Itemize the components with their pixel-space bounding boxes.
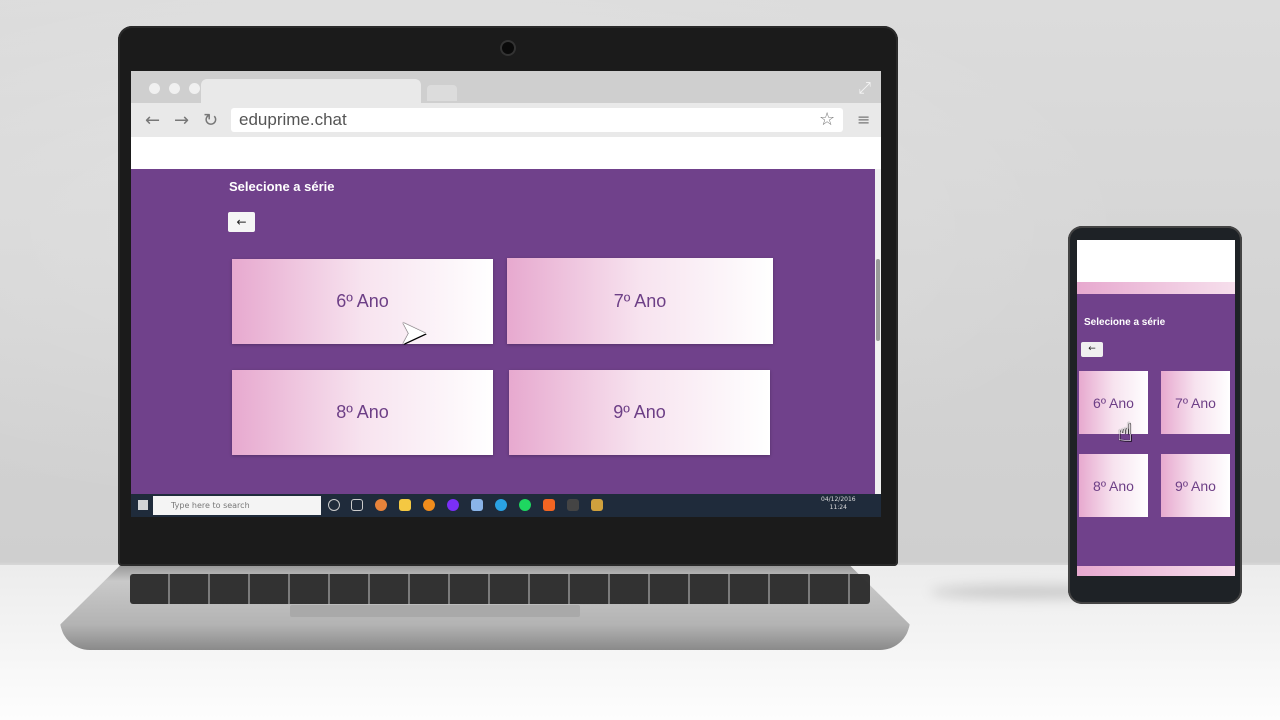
clock-time: 11:24 [829, 504, 847, 511]
clock-date: 04/12/2016 [821, 496, 856, 503]
reload-icon[interactable]: ↻ [203, 110, 218, 131]
telegram-icon[interactable] [495, 499, 507, 511]
app-icon[interactable] [567, 499, 579, 511]
back-arrow-icon[interactable]: ← [145, 110, 160, 131]
browser-tab-active[interactable] [201, 79, 421, 103]
browser-menu-icon[interactable]: ≡ [857, 110, 870, 129]
page-content: Selecione a série ← 6º Ano 7º Ano 8º Ano… [131, 169, 875, 494]
expand-icon[interactable]: ⤢ [858, 78, 871, 98]
firefox-icon[interactable] [375, 499, 387, 511]
file-explorer-icon[interactable] [399, 499, 411, 511]
app-icon[interactable] [447, 499, 459, 511]
phone-screen: Selecione a série ← 6º Ano 7º Ano 8º Ano… [1077, 240, 1235, 576]
phone-footer-bar [1077, 566, 1235, 576]
webcam [502, 42, 514, 54]
browser-titlebar: ⤢ [131, 71, 881, 103]
address-bar[interactable]: eduprime.chat [231, 108, 843, 132]
page-header-bar [131, 137, 881, 169]
hand-pointer-icon: ☝ [1117, 418, 1133, 448]
taskbar-clock[interactable]: 04/12/2016 11:24 [821, 496, 856, 512]
page-title: Selecione a série [229, 179, 335, 194]
grade-card-7[interactable]: 7º Ano [507, 258, 773, 344]
bookmark-star-icon[interactable]: ☆ [819, 109, 835, 130]
scrollbar-thumb[interactable] [876, 259, 880, 341]
browser-new-tab[interactable] [427, 85, 457, 101]
task-view-icon[interactable] [351, 499, 363, 511]
laptop-trackpad [290, 605, 580, 617]
app-icon[interactable] [591, 499, 603, 511]
phone-page-content: Selecione a série ← 6º Ano 7º Ano 8º Ano… [1077, 294, 1235, 566]
window-minimize-dot[interactable] [169, 83, 180, 94]
laptop-screen: ⤢ ← → ↻ eduprime.chat ☆ ≡ Selecione a sé… [131, 71, 881, 517]
cortana-icon[interactable] [328, 499, 340, 511]
grade-card-6[interactable]: 6º Ano [232, 259, 493, 344]
phone-page-title: Selecione a série [1084, 317, 1166, 328]
app-icon[interactable] [471, 499, 483, 511]
back-button[interactable]: ← [228, 212, 255, 232]
grade-card-9[interactable]: 9º Ano [509, 370, 770, 455]
spotify-icon[interactable] [519, 499, 531, 511]
taskbar-search[interactable]: Type here to search [153, 496, 321, 515]
windows-start-icon[interactable] [138, 500, 148, 510]
window-close-dot[interactable] [149, 83, 160, 94]
phone-grade-card-6[interactable]: 6º Ano [1079, 371, 1148, 434]
phone-header-bar [1077, 282, 1235, 294]
phone-grade-card-8[interactable]: 8º Ano [1079, 454, 1148, 517]
phone-grade-card-9[interactable]: 9º Ano [1161, 454, 1230, 517]
phone-back-button[interactable]: ← [1081, 342, 1103, 357]
window-maximize-dot[interactable] [189, 83, 200, 94]
laptop-keyboard [130, 574, 870, 604]
pointer-cursor-icon: ➤ [399, 313, 428, 353]
windows-taskbar: Type here to search 04/12/2016 11:24 [131, 494, 881, 517]
forward-arrow-icon[interactable]: → [174, 110, 189, 131]
grade-card-8[interactable]: 8º Ano [232, 370, 493, 455]
app-icon[interactable] [543, 499, 555, 511]
app-icon[interactable] [423, 499, 435, 511]
phone-grade-card-7[interactable]: 7º Ano [1161, 371, 1230, 434]
